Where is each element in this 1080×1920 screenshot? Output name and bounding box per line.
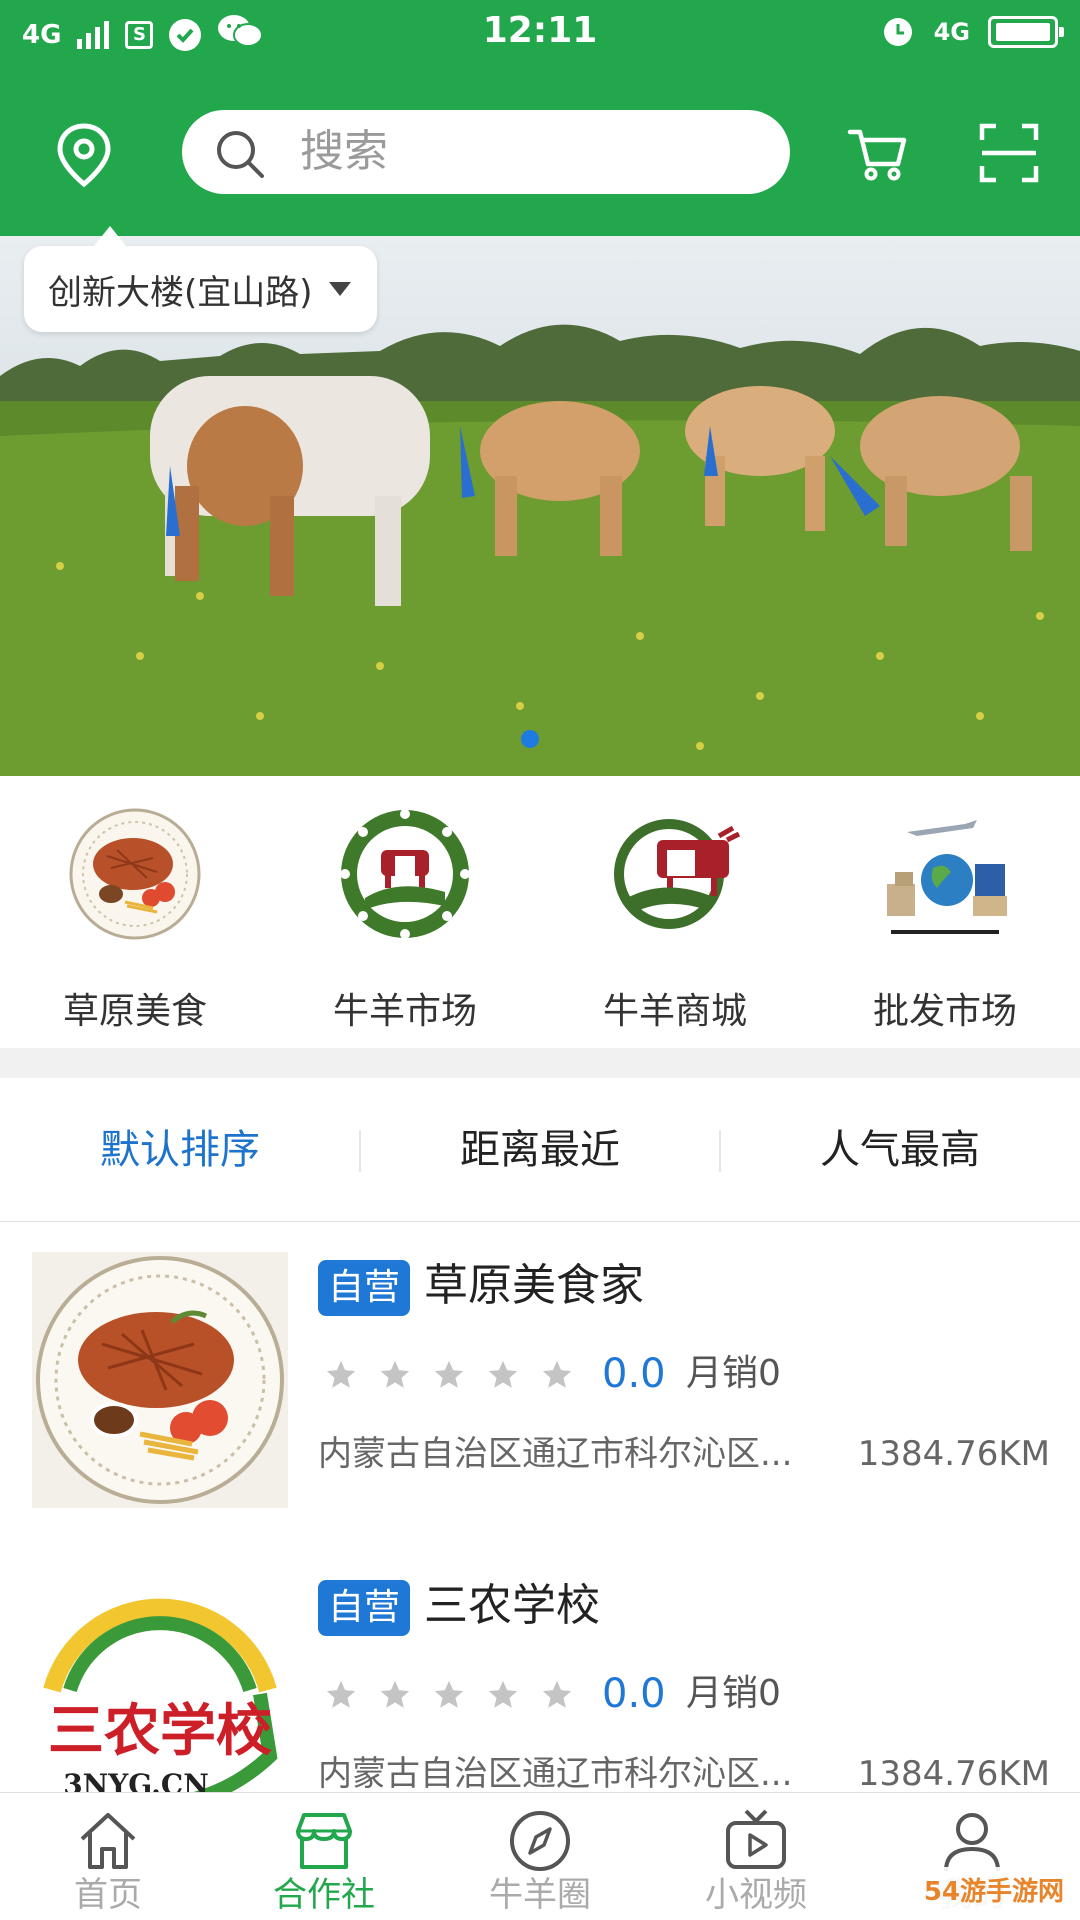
- monthly-sales: 月销0: [686, 1673, 781, 1714]
- rating-stars: [324, 1358, 574, 1392]
- rating-stars: [324, 1678, 574, 1712]
- star-icon: [326, 1360, 356, 1388]
- search-placeholder: 搜索: [300, 126, 388, 177]
- category-label: 牛羊市场: [332, 991, 477, 1032]
- category-grid: 草原美食 牛羊市场 牛羊商城 批发市场: [0, 776, 1080, 1048]
- rating-value: 0.0: [602, 1351, 666, 1397]
- nav-label: 合作社: [273, 1875, 375, 1915]
- shop-address: 内蒙古自治区通辽市科尔沁区...: [318, 1434, 793, 1474]
- star-icon: [380, 1680, 410, 1708]
- cattle-mall-icon: [614, 819, 741, 929]
- sort-popular[interactable]: 人气最高: [720, 1078, 1080, 1222]
- shop-list-item[interactable]: 三农学校 3NYG.CN 自营 三农学校 0.0 月销0 内蒙古自治区通辽市科尔…: [0, 1542, 1080, 1792]
- nav-label: 小视频: [705, 1875, 807, 1915]
- nav-home[interactable]: 首页: [0, 1793, 216, 1920]
- section-divider: [0, 1048, 1080, 1078]
- category-label: 批发市场: [872, 991, 1017, 1032]
- search-icon: [212, 126, 268, 182]
- category-grassland-food[interactable]: 草原美食: [20, 806, 250, 1034]
- star-icon: [542, 1360, 572, 1388]
- star-icon: [488, 1680, 518, 1708]
- alarm-icon: [880, 12, 916, 52]
- app-header: 搜索: [0, 80, 1080, 236]
- category-cattle-market[interactable]: 牛羊市场: [290, 806, 520, 1034]
- shop-logo: [32, 1252, 288, 1508]
- carousel-dot-active[interactable]: [521, 730, 539, 748]
- sort-nearest[interactable]: 距离最近: [360, 1078, 720, 1222]
- star-icon: [542, 1680, 572, 1708]
- nav-short-video[interactable]: 小视频: [648, 1793, 864, 1920]
- logo-text: 三农学校: [48, 1699, 272, 1764]
- caret-down-icon: [328, 282, 351, 296]
- shop-distance: 1384.76KM: [857, 1754, 1050, 1792]
- steak-plate-icon: [69, 808, 201, 940]
- category-label: 草原美食: [62, 991, 207, 1032]
- location-selector[interactable]: 创新大楼(宜山路): [24, 226, 377, 332]
- monthly-sales: 月销0: [686, 1353, 781, 1394]
- home-icon: [80, 1813, 136, 1869]
- category-wholesale-market[interactable]: 批发市场: [830, 806, 1060, 1034]
- logo-subtext: 3NYG.CN: [63, 1768, 209, 1792]
- store-icon: [296, 1813, 352, 1869]
- location-label: 创新大楼(宜山路): [48, 272, 313, 313]
- shop-list-item[interactable]: 自营 草原美食家 0.0 月销0 内蒙古自治区通辽市科尔沁区... 1384.7…: [0, 1222, 1080, 1542]
- sort-bar: 默认排序 距离最近 人气最高: [0, 1078, 1080, 1222]
- compass-icon: [510, 1811, 570, 1871]
- star-icon: [434, 1360, 464, 1388]
- rating-value: 0.0: [602, 1671, 666, 1717]
- cart-icon[interactable]: [846, 122, 910, 186]
- nav-cattle-circle[interactable]: 牛羊圈: [432, 1793, 648, 1920]
- nav-label: 牛羊圈: [489, 1875, 591, 1915]
- status-bar: 4G S 12:11 4G: [0, 0, 1080, 80]
- cattle-market-icon: [340, 809, 470, 939]
- wholesale-icon: [877, 806, 1013, 942]
- nav-cooperative[interactable]: 合作社: [216, 1793, 432, 1920]
- nav-label: 首页: [74, 1875, 142, 1915]
- shop-distance: 1384.76KM: [857, 1434, 1050, 1474]
- star-icon: [488, 1360, 518, 1388]
- sort-default[interactable]: 默认排序: [0, 1078, 360, 1222]
- scan-icon[interactable]: [978, 122, 1040, 184]
- network-type-right: 4G: [933, 18, 970, 46]
- video-icon: [726, 1809, 786, 1869]
- self-operated-badge: 自营: [318, 1260, 411, 1316]
- search-bar[interactable]: 搜索: [182, 110, 790, 194]
- star-icon: [434, 1680, 464, 1708]
- category-label: 牛羊商城: [602, 991, 747, 1032]
- shop-logo: 三农学校 3NYG.CN: [32, 1572, 288, 1792]
- shop-address: 内蒙古自治区通辽市科尔沁区...: [318, 1754, 793, 1792]
- shop-name: 三农学校: [424, 1580, 600, 1631]
- star-icon: [326, 1680, 356, 1708]
- watermark: 54游手游网: [915, 1867, 1072, 1912]
- shop-name: 草原美食家: [424, 1260, 644, 1311]
- star-icon: [380, 1360, 410, 1388]
- location-icon[interactable]: [52, 120, 116, 190]
- self-operated-badge: 自营: [318, 1580, 411, 1636]
- battery-icon: [988, 16, 1064, 48]
- category-cattle-mall[interactable]: 牛羊商城: [560, 806, 790, 1034]
